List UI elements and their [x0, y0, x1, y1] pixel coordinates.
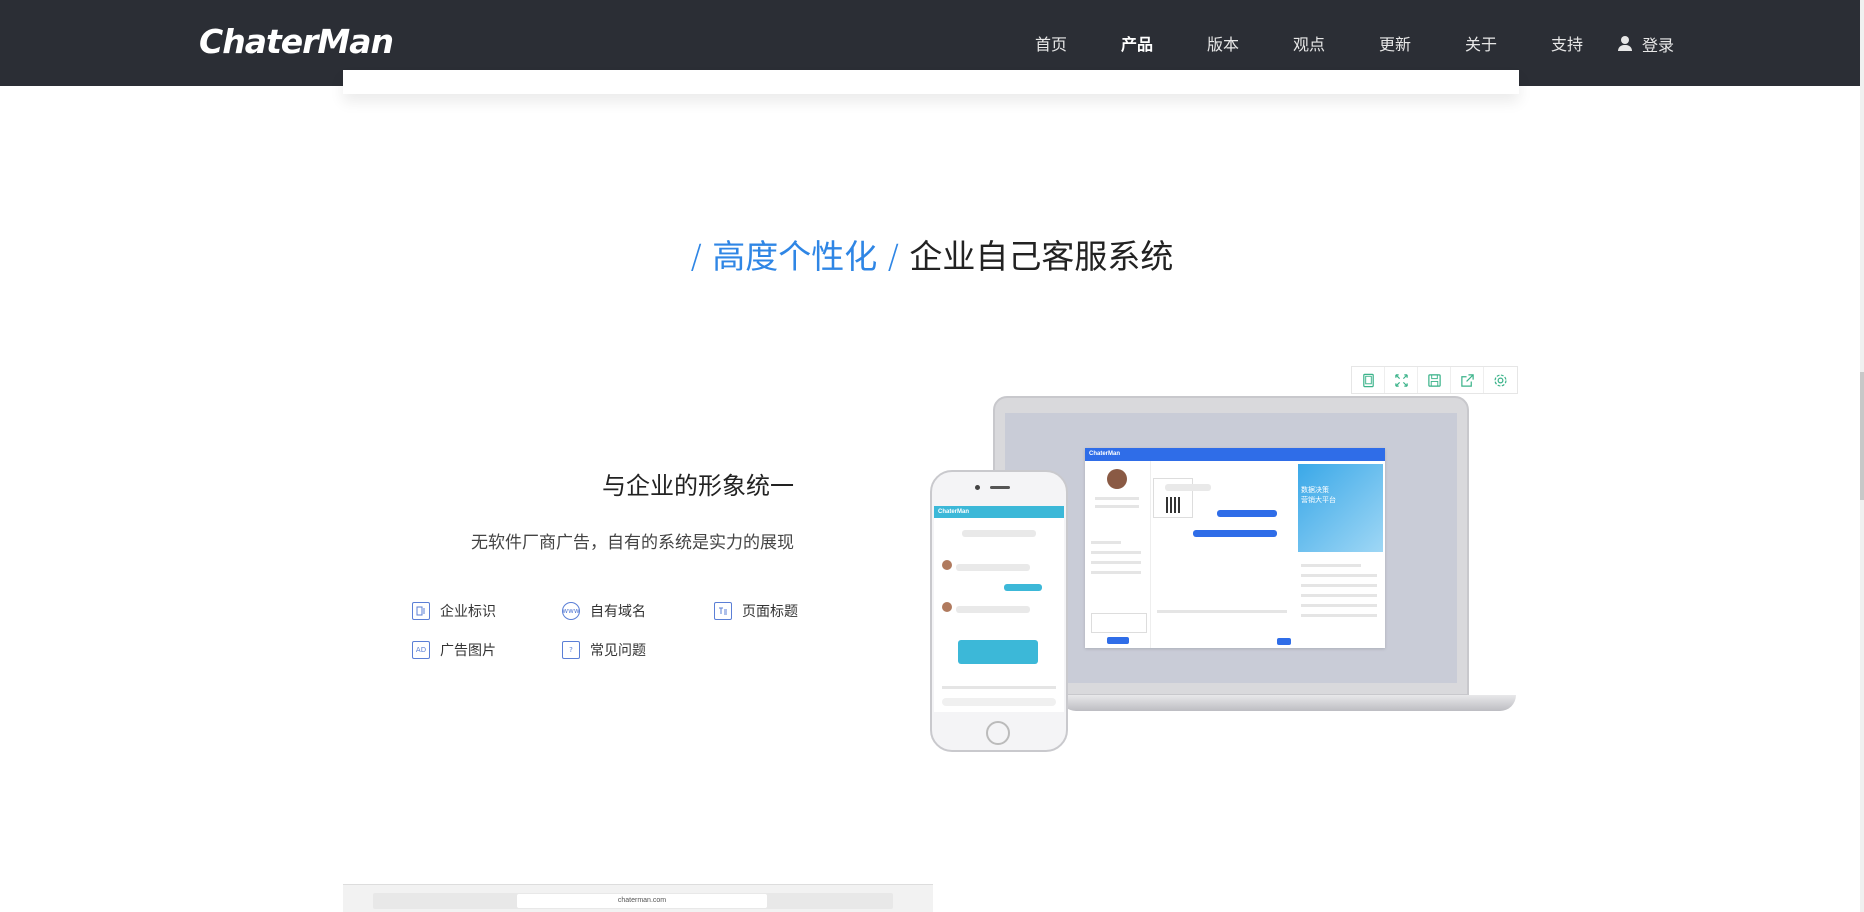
- desktop-chat-app: ChaterMan 数据决策 营销大平台: [1085, 448, 1385, 648]
- fullscreen-icon[interactable]: [1385, 367, 1418, 393]
- image-toolbar: [1351, 366, 1518, 394]
- title-highlight: 高度个性化: [712, 237, 878, 276]
- avatar: [1107, 469, 1127, 489]
- feature-item: www 自有域名: [562, 601, 646, 621]
- phone-title: ChaterMan: [934, 506, 1064, 518]
- feature-item: 企业标识: [412, 601, 496, 621]
- ad-image-icon: AD: [412, 641, 430, 659]
- browser-mockup: chaterman.com: [343, 884, 933, 912]
- feature-label: 广告图片: [440, 643, 496, 659]
- id-card-icon: [412, 602, 430, 620]
- user-icon: [1618, 36, 1632, 52]
- settings-icon[interactable]: [1484, 367, 1517, 393]
- app-visitor-panel: [1085, 461, 1151, 648]
- www-icon: www: [562, 602, 580, 620]
- laptop-base: [1060, 695, 1516, 711]
- browser-toolbar: chaterman.com: [373, 893, 893, 909]
- nav-item-views[interactable]: 观点: [1266, 31, 1352, 55]
- phone-camera: [975, 485, 980, 490]
- feature-item: ? 常见问题: [562, 640, 646, 660]
- nav-item-about[interactable]: 关于: [1438, 31, 1524, 55]
- faq-icon: ?: [562, 641, 580, 659]
- feature-label: 页面标题: [742, 604, 798, 620]
- feature-label: 企业标识: [440, 604, 496, 620]
- feature-heading: 与企业的形象统一: [602, 472, 794, 500]
- share-icon[interactable]: [1451, 367, 1484, 393]
- login-link[interactable]: 登录: [1618, 32, 1674, 56]
- nav-item-updates[interactable]: 更新: [1352, 31, 1438, 55]
- feature-description: 无软件厂商广告，自有的系统是实力的展现: [471, 533, 794, 553]
- title-icon: [714, 602, 732, 620]
- app-title: ChaterMan: [1085, 448, 1385, 461]
- title-slash: /: [690, 237, 702, 276]
- feature-label: 常见问题: [590, 643, 646, 659]
- login-label: 登录: [1642, 36, 1675, 55]
- page-scrollbar[interactable]: [1860, 0, 1864, 912]
- phone-speaker: [990, 486, 1010, 489]
- title-slash: /: [887, 237, 899, 276]
- phone-chat-screen: ChaterMan: [934, 506, 1064, 712]
- title-rest: 企业自己客服系统: [909, 237, 1174, 276]
- section-title: / 高度个性化 / 企业自己客服系统: [0, 230, 1864, 278]
- nav-item-support[interactable]: 支持: [1524, 31, 1610, 55]
- logo[interactable]: ChaterMan: [199, 22, 394, 61]
- save-icon[interactable]: [1418, 367, 1451, 393]
- nav-item-product[interactable]: 产品: [1094, 31, 1180, 55]
- nav-item-version[interactable]: 版本: [1180, 31, 1266, 55]
- nav-item-home[interactable]: 首页: [1008, 31, 1094, 55]
- phone-home-button: [986, 721, 1010, 745]
- feature-label: 自有域名: [590, 604, 646, 620]
- ad-line-2: 营销大平台: [1301, 497, 1336, 504]
- scrollbar-thumb[interactable]: [1860, 372, 1864, 500]
- browser-url: chaterman.com: [517, 894, 767, 908]
- feature-item: 页面标题: [714, 601, 798, 621]
- feature-item: AD 广告图片: [412, 640, 496, 660]
- ad-banner: 数据决策 营销大平台: [1298, 464, 1383, 552]
- ad-line-1: 数据决策: [1301, 487, 1329, 494]
- tablet-icon[interactable]: [1352, 367, 1385, 393]
- previous-section-card: [343, 70, 1519, 94]
